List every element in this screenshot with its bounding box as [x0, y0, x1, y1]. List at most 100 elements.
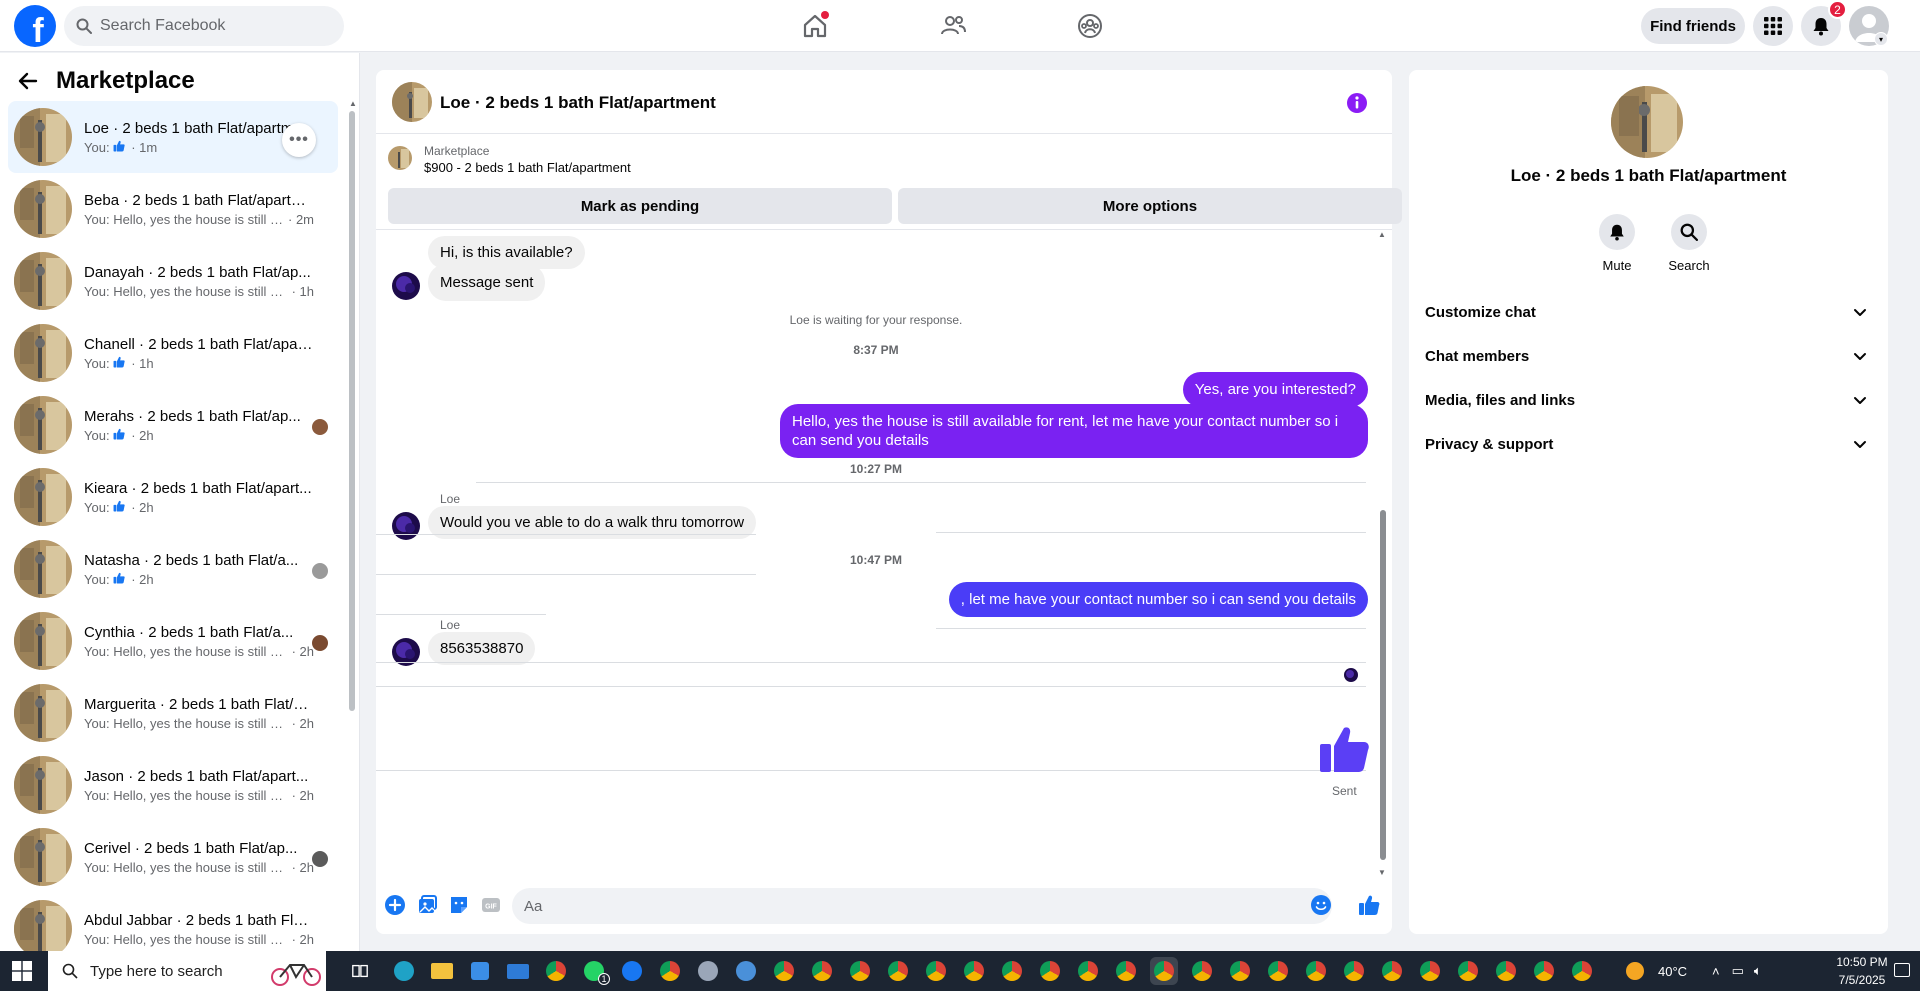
conversation-item[interactable]: Natasha · 2 beds 1 bath Flat/a... You: · …: [8, 533, 338, 605]
chrome-icon[interactable]: [1036, 957, 1064, 985]
chevron-up-icon[interactable]: ˄: [1712, 964, 1720, 979]
chrome-icon[interactable]: [1530, 957, 1558, 985]
message-bubble-outgoing[interactable]: Yes, are you interested?: [1182, 372, 1368, 407]
chrome-icon[interactable]: [1226, 957, 1254, 985]
info-icon[interactable]: [1346, 92, 1368, 114]
chevron-down-icon[interactable]: ▾: [1874, 32, 1888, 46]
mark-as-pending-button[interactable]: Mark as pending: [388, 188, 892, 224]
windows-start-icon[interactable]: [12, 961, 32, 981]
chat-scrollbar[interactable]: ▲ ▼: [1377, 230, 1389, 877]
search-input[interactable]: [100, 17, 320, 35]
sender-avatar[interactable]: [392, 272, 420, 300]
conversation-item[interactable]: Chanell · 2 beds 1 bath Flat/apar... You:…: [8, 317, 338, 389]
conversation-item[interactable]: Cerivel · 2 beds 1 bath Flat/ap... You: H…: [8, 821, 338, 893]
contact-avatar[interactable]: [392, 82, 432, 122]
system-clock[interactable]: 10:50 PM 7/5/2025: [1830, 953, 1894, 989]
chrome-icon[interactable]: [884, 957, 912, 985]
chat-members-section[interactable]: Chat members: [1425, 338, 1872, 374]
sidebar-scrollbar-thumb[interactable]: [349, 111, 355, 711]
find-friends-button[interactable]: Find friends: [1641, 8, 1745, 44]
chrome-icon[interactable]: [1340, 957, 1368, 985]
taskbar-search-input[interactable]: [90, 962, 240, 980]
chat-title[interactable]: Loe · 2 beds 1 bath Flat/apartment: [440, 93, 716, 113]
app-icon[interactable]: [732, 957, 760, 985]
chrome-icon[interactable]: [960, 957, 988, 985]
search-box[interactable]: [64, 6, 344, 46]
privacy-support-section[interactable]: Privacy & support: [1425, 426, 1872, 462]
conversation-item[interactable]: Danayah · 2 beds 1 bath Flat/ap... You: H…: [8, 245, 338, 317]
conversation-item[interactable]: Jason · 2 beds 1 bath Flat/apart... You: …: [8, 749, 338, 821]
chrome-icon[interactable]: [1568, 957, 1596, 985]
file-explorer-icon[interactable]: [428, 957, 456, 985]
chrome-icon[interactable]: [846, 957, 874, 985]
notification-center-icon[interactable]: [1894, 963, 1910, 977]
media-files-links-section[interactable]: Media, files and links: [1425, 382, 1872, 418]
conversation-item[interactable]: Marguerita · 2 beds 1 bath Flat/a... You:…: [8, 677, 338, 749]
conversation-name: Loe · 2 beds 1 bath Flat/apartment: [84, 119, 314, 137]
plus-icon[interactable]: [384, 894, 406, 916]
chrome-icon[interactable]: [542, 957, 570, 985]
contact-profile-photo[interactable]: [1611, 86, 1683, 158]
conversation-item[interactable]: Cynthia · 2 beds 1 bath Flat/a... You: He…: [8, 605, 338, 677]
edge-browser-icon[interactable]: [390, 957, 418, 985]
listing-title[interactable]: $900 - 2 beds 1 bath Flat/apartment: [424, 160, 631, 175]
chrome-icon[interactable]: [1492, 957, 1520, 985]
conversation-item[interactable]: Abdul Jabbar · 2 beds 1 bath Flat... You:…: [8, 893, 338, 951]
listing-thumbnail[interactable]: [388, 146, 412, 170]
chrome-icon[interactable]: [922, 957, 950, 985]
sender-avatar[interactable]: [392, 512, 420, 540]
chat-scrollbar-thumb[interactable]: [1380, 510, 1386, 860]
back-arrow-icon[interactable]: [16, 69, 40, 93]
whatsapp-icon[interactable]: 1: [580, 957, 610, 985]
chrome-icon[interactable]: [770, 957, 798, 985]
message-bubble-incoming[interactable]: 8563538870: [428, 632, 536, 665]
chrome-icon[interactable]: [1302, 957, 1330, 985]
chrome-icon-active[interactable]: [1150, 957, 1178, 985]
app-icon[interactable]: [694, 957, 722, 985]
thumbs-up-icon[interactable]: [1318, 724, 1370, 774]
message-input[interactable]: [512, 888, 1332, 924]
sidebar-scrollbar[interactable]: ▲: [348, 99, 357, 773]
chrome-icon[interactable]: [1416, 957, 1444, 985]
chrome-icon[interactable]: [1074, 957, 1102, 985]
store-icon[interactable]: [466, 957, 494, 985]
search-in-conversation-button[interactable]: Search: [1659, 214, 1719, 273]
message-bubble-incoming[interactable]: Message sent: [428, 264, 546, 301]
chrome-icon[interactable]: [998, 957, 1026, 985]
conversation-item[interactable]: Beba · 2 beds 1 bath Flat/apartm... You: …: [8, 173, 338, 245]
message-bubble-outgoing[interactable]: , let me have your contact number so i c…: [948, 582, 1368, 617]
volume-icon[interactable]: 🔈︎: [1754, 963, 1762, 979]
chrome-icon[interactable]: [1454, 957, 1482, 985]
notifications-button[interactable]: 2: [1801, 0, 1847, 46]
chrome-icon[interactable]: [808, 957, 836, 985]
chrome-icon[interactable]: [1378, 957, 1406, 985]
sticker-icon[interactable]: [448, 894, 470, 916]
customize-chat-section[interactable]: Customize chat: [1425, 294, 1872, 330]
conversation-preview: You: Hello, yes the house is still a... …: [84, 860, 314, 875]
groups-tab[interactable]: [1070, 8, 1110, 44]
network-icon[interactable]: ▭: [1732, 963, 1744, 979]
conversation-item[interactable]: Kieara · 2 beds 1 bath Flat/apart... You:…: [8, 461, 338, 533]
emoji-icon[interactable]: [1310, 894, 1332, 916]
gif-icon[interactable]: GIF: [480, 894, 502, 916]
svg-text:GIF: GIF: [485, 904, 497, 911]
home-tab[interactable]: [795, 8, 835, 44]
facebook-app-icon[interactable]: [618, 957, 646, 985]
facebook-logo[interactable]: f: [14, 5, 56, 47]
chrome-icon[interactable]: [1112, 957, 1140, 985]
more-options-button[interactable]: More options: [898, 188, 1402, 224]
message-bubble-outgoing[interactable]: Hello, yes the house is still available …: [780, 404, 1368, 458]
task-view-icon[interactable]: [346, 957, 374, 985]
photo-icon[interactable]: [416, 894, 438, 916]
chrome-icon[interactable]: [1188, 957, 1216, 985]
mail-icon[interactable]: [504, 957, 532, 985]
friends-tab[interactable]: [933, 8, 973, 44]
thumbs-up-icon[interactable]: [1358, 894, 1380, 916]
conversation-item[interactable]: Merahs · 2 beds 1 bath Flat/ap... You: · …: [8, 389, 338, 461]
menu-button[interactable]: [1753, 6, 1793, 46]
conversation-item[interactable]: Loe · 2 beds 1 bath Flat/apartment You: ·…: [8, 101, 338, 173]
chrome-icon[interactable]: [656, 957, 684, 985]
more-options-icon[interactable]: •••: [282, 123, 316, 157]
chrome-icon[interactable]: [1264, 957, 1292, 985]
mute-button[interactable]: Mute: [1587, 214, 1647, 273]
